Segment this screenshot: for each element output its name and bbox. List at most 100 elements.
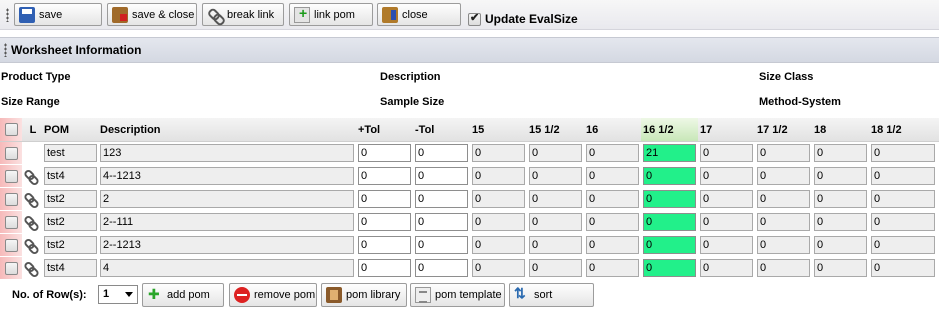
cell-s17h[interactable]: 0 [757,236,810,254]
cell-s18[interactable]: 0 [814,213,867,231]
row-select[interactable] [0,211,22,233]
cell-s18h[interactable]: 0 [871,190,935,208]
cell-s17h[interactable]: 0 [757,144,810,162]
cell-s17[interactable]: 0 [700,213,753,231]
col-header-l[interactable]: L [22,118,42,142]
cell-s16[interactable]: 0 [586,259,639,277]
cell-s18[interactable]: 0 [814,259,867,277]
cell-s16[interactable]: 0 [586,190,639,208]
cell-pom[interactable]: tst2 [44,236,97,254]
col-header-15-half[interactable]: 15 1/2 [527,118,584,142]
cell-description[interactable]: 2 [100,190,354,208]
row-checkbox[interactable] [4,169,18,183]
cell-minus-tol[interactable]: 0 [415,167,468,185]
pom-template-button[interactable]: pom template [410,283,505,307]
col-header-16-half[interactable]: 16 1/2 [641,118,698,142]
row-select[interactable] [0,257,22,279]
col-header-minus-tol[interactable]: -Tol [413,118,470,142]
col-header-description[interactable]: Description [98,118,356,142]
cell-s16h[interactable]: 0 [643,213,696,231]
cell-s18[interactable]: 0 [814,236,867,254]
cell-description[interactable]: 4 [100,259,354,277]
col-header-plus-tol[interactable]: +Tol [356,118,413,142]
row-select[interactable] [0,142,22,164]
update-evalsize-toggle[interactable]: Update EvalSize [468,11,578,26]
select-all-checkbox[interactable] [4,123,18,136]
section-grip[interactable] [4,43,7,57]
row-checkbox[interactable] [4,215,18,229]
cell-s15h[interactable]: 0 [529,167,582,185]
select-all-header[interactable] [0,118,22,142]
cell-s17[interactable]: 0 [700,144,753,162]
cell-s17h[interactable]: 0 [757,213,810,231]
row-select[interactable] [0,165,22,187]
row-select[interactable] [0,188,22,210]
cell-s16h[interactable]: 0 [643,259,696,277]
cell-minus-tol[interactable]: 0 [415,236,468,254]
pom-library-button[interactable]: pom library [321,283,407,307]
col-header-18[interactable]: 18 [812,118,869,142]
cell-plus-tol[interactable]: 0 [358,213,411,231]
cell-plus-tol[interactable]: 0 [358,236,411,254]
cell-s16h[interactable]: 0 [643,236,696,254]
cell-description[interactable]: 123 [100,144,354,162]
remove-pom-button[interactable]: remove pom [229,283,317,307]
col-header-17[interactable]: 17 [698,118,755,142]
row-checkbox[interactable] [4,261,18,275]
cell-s17[interactable]: 0 [700,259,753,277]
cell-plus-tol[interactable]: 0 [358,259,411,277]
add-pom-button[interactable]: add pom [142,283,224,307]
cell-pom[interactable]: test [44,144,97,162]
cell-s16[interactable]: 0 [586,144,639,162]
col-header-17-half[interactable]: 17 1/2 [755,118,812,142]
cell-description[interactable]: 4--1213 [100,167,354,185]
toolbar-grip[interactable] [6,8,9,22]
cell-s15h[interactable]: 0 [529,190,582,208]
cell-s16[interactable]: 0 [586,167,639,185]
cell-s15h[interactable]: 0 [529,144,582,162]
cell-s15h[interactable]: 0 [529,213,582,231]
cell-s15h[interactable]: 0 [529,259,582,277]
cell-minus-tol[interactable]: 0 [415,190,468,208]
break-link-button[interactable]: break link [202,3,284,26]
cell-s18[interactable]: 0 [814,167,867,185]
cell-s17[interactable]: 0 [700,190,753,208]
cell-pom[interactable]: tst4 [44,259,97,277]
cell-s18h[interactable]: 0 [871,144,935,162]
cell-s15[interactable]: 0 [472,259,525,277]
cell-plus-tol[interactable]: 0 [358,190,411,208]
cell-s18h[interactable]: 0 [871,259,935,277]
cell-description[interactable]: 2--1213 [100,236,354,254]
cell-s17h[interactable]: 0 [757,259,810,277]
close-button[interactable]: close [377,3,461,26]
cell-minus-tol[interactable]: 0 [415,144,468,162]
cell-pom[interactable]: tst2 [44,213,97,231]
cell-s16[interactable]: 0 [586,236,639,254]
cell-plus-tol[interactable]: 0 [358,167,411,185]
save-close-button[interactable]: save & close [107,3,197,26]
cell-s17[interactable]: 0 [700,167,753,185]
cell-description[interactable]: 2--111 [100,213,354,231]
row-checkbox[interactable] [4,192,18,206]
cell-s15h[interactable]: 0 [529,236,582,254]
col-header-15[interactable]: 15 [470,118,527,142]
cell-s15[interactable]: 0 [472,236,525,254]
cell-pom[interactable]: tst4 [44,167,97,185]
cell-s17h[interactable]: 0 [757,190,810,208]
row-checkbox[interactable] [4,146,18,160]
cell-s18h[interactable]: 0 [871,236,935,254]
col-header-18-half[interactable]: 18 1/2 [869,118,939,142]
link-pom-button[interactable]: link pom [289,3,373,26]
cell-s15[interactable]: 0 [472,144,525,162]
cell-plus-tol[interactable]: 0 [358,144,411,162]
cell-s17h[interactable]: 0 [757,167,810,185]
save-button[interactable]: save [14,3,102,26]
cell-s16[interactable]: 0 [586,213,639,231]
cell-s18h[interactable]: 0 [871,213,935,231]
row-checkbox[interactable] [4,238,18,252]
cell-minus-tol[interactable]: 0 [415,259,468,277]
cell-s18h[interactable]: 0 [871,167,935,185]
cell-s18[interactable]: 0 [814,144,867,162]
cell-s15[interactable]: 0 [472,190,525,208]
sort-button[interactable]: sort [509,283,594,307]
